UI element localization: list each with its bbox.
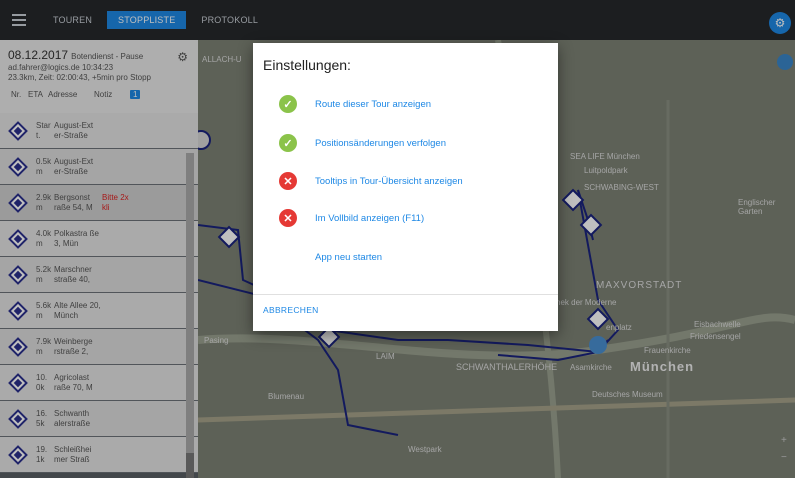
option-label: Route dieser Tour anzeigen [315, 98, 432, 110]
restart-label: App neu starten [315, 251, 383, 263]
check-circle-icon: ✓ [279, 134, 297, 152]
option-route-anzeigen[interactable]: ✓ Route dieser Tour anzeigen [279, 94, 431, 114]
dialog-divider [253, 294, 558, 295]
check-circle-icon: ✓ [279, 95, 297, 113]
x-circle-icon: ✕ [279, 209, 297, 227]
settings-dialog: Einstellungen: ✓ Route dieser Tour anzei… [253, 43, 558, 331]
option-tooltips[interactable]: ✕ Tooltips in Tour-Übersicht anzeigen [279, 171, 463, 191]
restart-app-button[interactable]: App neu starten [315, 247, 382, 267]
option-vollbild[interactable]: ✕ Im Vollbild anzeigen (F11) [279, 208, 424, 228]
option-label: Tooltips in Tour-Übersicht anzeigen [315, 175, 463, 187]
option-label: Positionsänderungen verfolgen [315, 137, 446, 149]
option-label: Im Vollbild anzeigen (F11) [315, 212, 425, 224]
cancel-button[interactable]: ABBRECHEN [263, 305, 319, 315]
option-positionsaenderungen[interactable]: ✓ Positionsänderungen verfolgen [279, 133, 446, 153]
dialog-title: Einstellungen: [263, 57, 351, 73]
x-circle-icon: ✕ [279, 172, 297, 190]
